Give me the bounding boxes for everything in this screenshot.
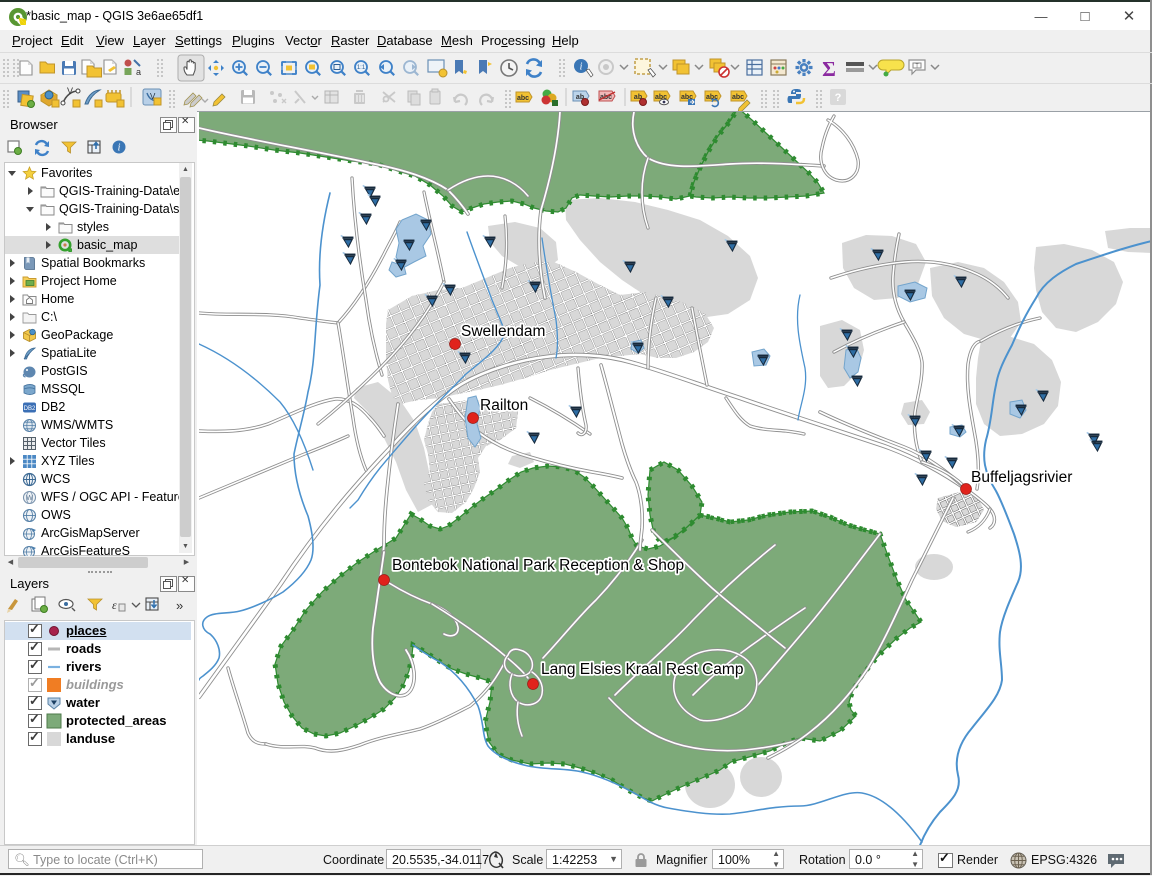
svg-text:Railton: Railton bbox=[480, 397, 528, 414]
svg-text:Swellendam: Swellendam bbox=[461, 323, 545, 340]
svg-text:i: i bbox=[118, 143, 121, 154]
svg-text:abc: abc bbox=[517, 95, 529, 102]
svg-text:Buffeljagsrivier: Buffeljagsrivier bbox=[971, 469, 1072, 486]
svg-text:V: V bbox=[67, 86, 73, 96]
svg-text:»: » bbox=[176, 598, 183, 613]
svg-text:i: i bbox=[580, 62, 583, 73]
svg-text:Bontebok National Park Recepti: Bontebok National Park Reception & Shop bbox=[392, 557, 684, 574]
svg-text:W: W bbox=[26, 495, 33, 502]
svg-text:?: ? bbox=[835, 92, 842, 104]
svg-text:ε: ε bbox=[112, 598, 117, 612]
svg-text:abc: abc bbox=[732, 94, 744, 101]
svg-text:Σ: Σ bbox=[822, 57, 836, 81]
svg-text:DB2: DB2 bbox=[24, 406, 36, 412]
svg-text:a: a bbox=[136, 67, 141, 77]
svg-text:T: T bbox=[915, 64, 918, 70]
svg-text:1:1: 1:1 bbox=[357, 65, 366, 71]
svg-text:Lang Elsies Kraal Rest Camp: Lang Elsies Kraal Rest Camp bbox=[541, 661, 743, 678]
